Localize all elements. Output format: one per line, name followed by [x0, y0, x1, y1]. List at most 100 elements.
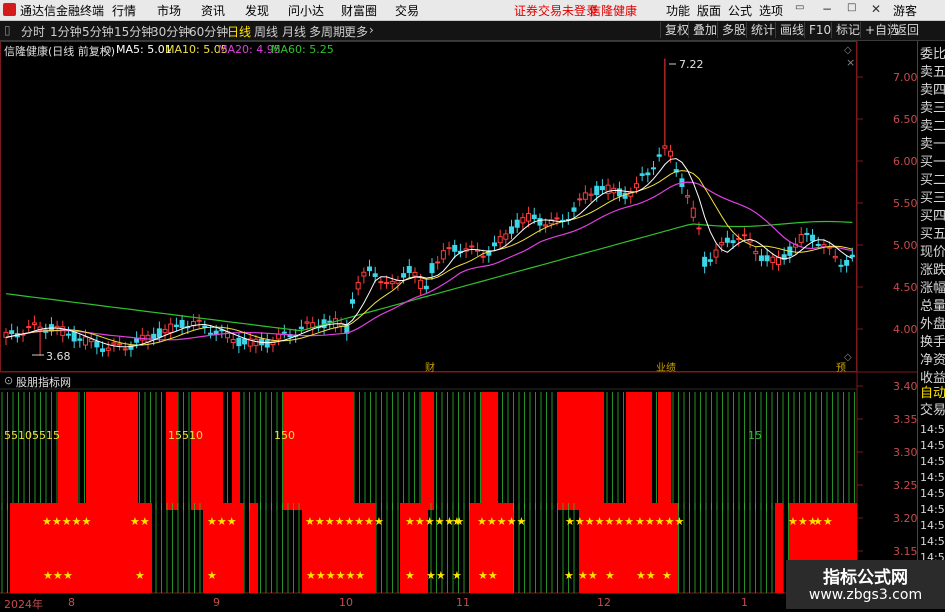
- tab-period-30min[interactable]: 30分钟: [151, 23, 190, 40]
- menu-ask[interactable]: 问小达: [288, 2, 324, 19]
- auto-trade-label[interactable]: 自动: [920, 386, 945, 401]
- date-tick: 8: [68, 596, 75, 609]
- event-mark-finance[interactable]: 财: [425, 359, 435, 374]
- indicator-name[interactable]: 股朋指标网: [16, 374, 71, 390]
- watermark-title: 指标公式网: [823, 568, 908, 588]
- event-mark-earnings[interactable]: 业绩: [656, 359, 676, 374]
- window-minimize-icon[interactable]: −: [822, 2, 832, 16]
- low-price-label: 3.68: [46, 350, 71, 363]
- star-group: ★★: [578, 569, 598, 582]
- window-maximize-icon[interactable]: □: [847, 2, 856, 13]
- star-group: ★★★★★: [635, 515, 685, 528]
- star-group: ★★★★★: [42, 515, 92, 528]
- indicator-tick: 3.25: [893, 479, 918, 492]
- menu-discover[interactable]: 发现: [245, 2, 269, 19]
- price-tick: 4.00: [893, 323, 918, 336]
- star-group: ★: [207, 569, 217, 582]
- panel-item: 涨跌: [920, 263, 945, 278]
- indicator-tick: 3.40: [893, 380, 918, 393]
- price-tick: 7.00: [893, 71, 918, 84]
- panel-item: 收益: [920, 371, 945, 386]
- period-toolbar: ▯ 分时 1分钟 5分钟 15分钟 30分钟 60分钟 日线 周线 月线 多周期…: [0, 21, 945, 41]
- indicator-tick: 3.35: [893, 413, 918, 426]
- date-tick: 1: [741, 596, 748, 609]
- time-entry: 14:56: [920, 439, 945, 452]
- app-title: 通达信金融终端: [20, 4, 105, 18]
- tab-period-monthly[interactable]: 月线: [282, 23, 306, 40]
- time-entry: 14:56: [920, 423, 945, 436]
- star-group: ★★: [43, 569, 63, 582]
- time-entry: 14:56: [920, 487, 945, 500]
- tab-period-multi[interactable]: 多周期: [309, 23, 345, 40]
- star-group: ★★: [813, 515, 833, 528]
- star-group: ★★: [130, 515, 150, 528]
- time-entry: 14:56: [920, 535, 945, 548]
- window-restore-icon[interactable]: ▭: [795, 2, 804, 13]
- title-bar: 通达信金融终端 行情 市场 资讯 发现 问小达 财富圈 交易 证券交易未登录 信…: [0, 0, 945, 21]
- price-tick: 6.00: [893, 155, 918, 168]
- panel-item: 卖一: [920, 137, 945, 152]
- menu-trade[interactable]: 交易: [395, 2, 419, 19]
- indicator-tick: 3.20: [893, 512, 918, 525]
- quote-side-panel: 委比 卖五 卖四 卖三 卖二 卖一 买一 买二 买三 买四 买五 现价 涨跌 涨…: [917, 41, 945, 609]
- star-group: ★★: [636, 569, 656, 582]
- date-tick: 2024年: [4, 598, 43, 611]
- date-tick: 12: [597, 596, 611, 609]
- menu-layout[interactable]: 版面: [697, 2, 721, 19]
- panel-item: 委比: [920, 47, 945, 62]
- panel-item: 总量: [920, 299, 945, 314]
- panel-item: 卖四: [920, 83, 945, 98]
- main-chart-frame: [0, 41, 857, 372]
- tab-period-timeshare[interactable]: 分时: [21, 23, 45, 40]
- menu-quote[interactable]: 市场: [157, 2, 181, 19]
- menu-options[interactable]: 选项: [759, 2, 783, 19]
- panel-item: 买二: [920, 173, 945, 188]
- panel-item: 买三: [920, 191, 945, 206]
- tab-period-daily[interactable]: 日线: [227, 23, 251, 40]
- panel-item: 换手: [920, 335, 945, 350]
- time-entry: 14:56: [920, 455, 945, 468]
- event-mark-forecast[interactable]: 预: [836, 359, 846, 374]
- stock-header[interactable]: 信隆健康(日线 前复权): [4, 43, 115, 59]
- star-group: ★★★★★★★★: [305, 515, 384, 528]
- header-dropdown-icon[interactable]: ⊙: [103, 43, 112, 56]
- menu-news[interactable]: 资讯: [201, 2, 225, 19]
- tab-period-more[interactable]: 更多: [344, 23, 368, 40]
- back-button[interactable]: 返回: [890, 22, 923, 38]
- time-entry: 14:56: [920, 503, 945, 516]
- tab-period-weekly[interactable]: 周线: [254, 23, 278, 40]
- star-group: ★★★★★★★: [565, 515, 635, 528]
- tab-period-5min[interactable]: 5分钟: [82, 23, 114, 40]
- indicator-toggle-icon[interactable]: ⊙: [4, 374, 13, 387]
- trade-label[interactable]: 交易: [920, 403, 945, 418]
- star-group: ★: [564, 569, 574, 582]
- ma5-value: MA5: 5.01: [116, 43, 172, 56]
- menu-wealth[interactable]: 财富圈: [341, 2, 377, 19]
- star-group: ★★: [478, 569, 498, 582]
- toolbar-handle-icon[interactable]: ▯: [4, 23, 11, 37]
- indicator-tick: 3.30: [893, 446, 918, 459]
- star-group: ★★★★★★: [306, 569, 366, 582]
- chart-close-icon: ×: [846, 56, 855, 69]
- time-entry: 14:56: [920, 519, 945, 532]
- price-tick: 4.50: [893, 281, 918, 294]
- user-guest[interactable]: 游客: [893, 2, 917, 19]
- menu-function[interactable]: 功能: [666, 2, 690, 19]
- ma60-value: MA60: 5.25: [271, 43, 334, 56]
- tab-period-60min[interactable]: 60分钟: [189, 23, 228, 40]
- window-close-icon[interactable]: ✕: [871, 2, 881, 16]
- date-tick: 10: [339, 596, 353, 609]
- star-group: ★: [662, 569, 672, 582]
- menu-formula[interactable]: 公式: [728, 2, 752, 19]
- panel-item: 卖三: [920, 101, 945, 116]
- chevron-right-icon[interactable]: ›: [369, 23, 374, 37]
- login-notice[interactable]: 证券交易未登录: [514, 2, 598, 19]
- tab-period-1min[interactable]: 1分钟: [50, 23, 82, 40]
- chart-settings-icon: ◇: [844, 45, 852, 56]
- menu-market[interactable]: 行情: [112, 2, 136, 19]
- tab-period-15min[interactable]: 15分钟: [114, 23, 153, 40]
- panel-item: 现价: [920, 245, 945, 260]
- star-group: ★: [135, 569, 145, 582]
- star-group: ★: [63, 569, 73, 582]
- ma10-line: [5, 170, 853, 346]
